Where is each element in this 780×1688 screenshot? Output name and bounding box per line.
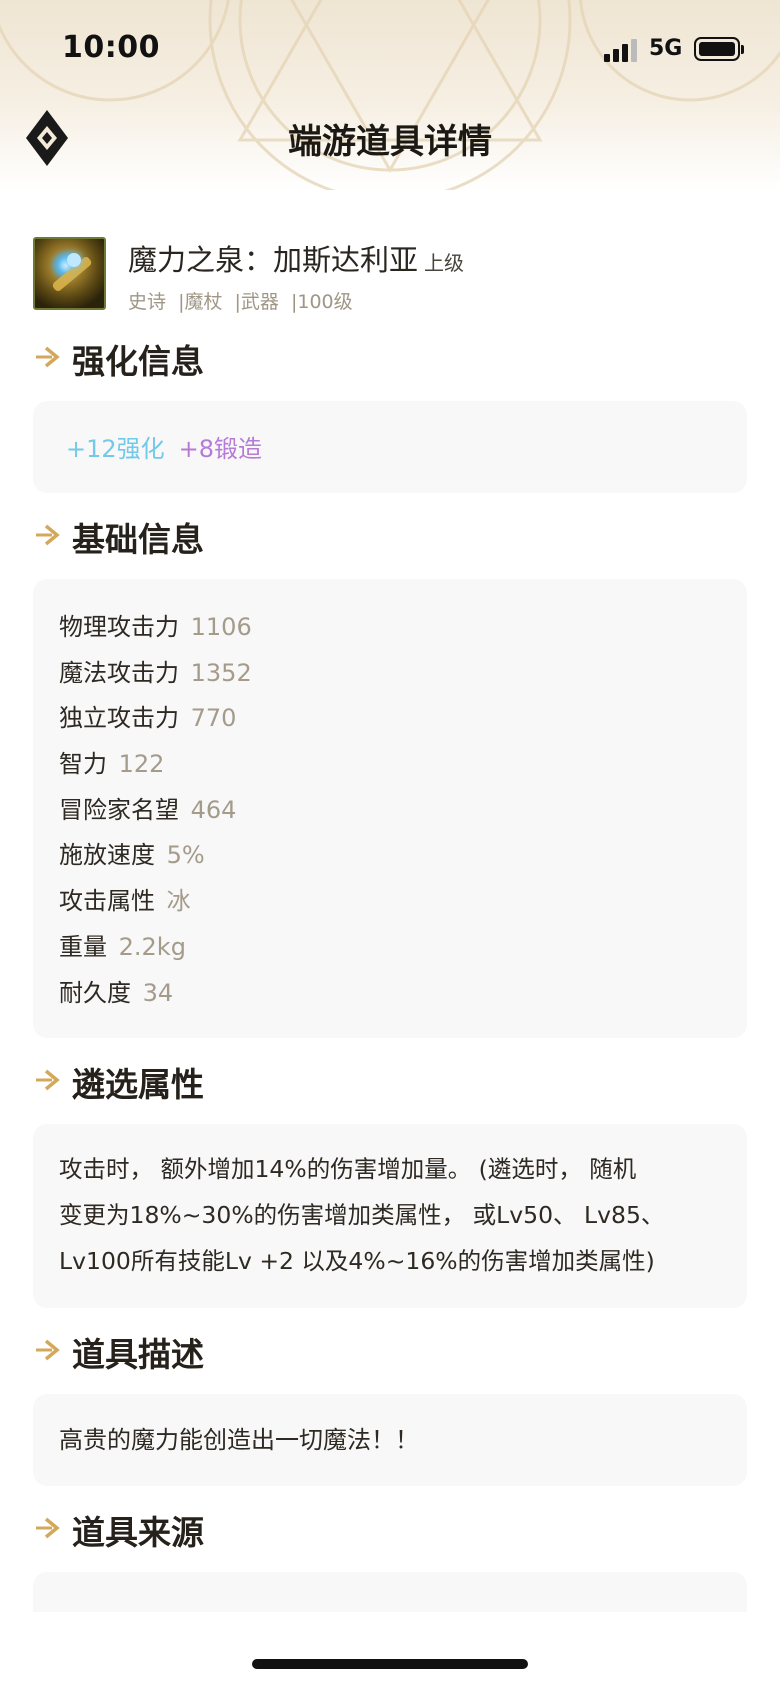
section-basic-header: 基础信息 [0,501,780,567]
stat-value: 5% [166,841,205,870]
section-title: 道具描述 [72,1335,204,1375]
battery-icon [694,37,740,61]
tag-category: |武器 [234,291,279,313]
stat-label: 耐久度 [59,978,131,1007]
stat-value: 冰 [166,887,191,916]
select-attr-card: 攻击时， 额外增加14%的伤害增加量。 (遴选时， 随机 变更为18%~30%的… [33,1124,747,1309]
tag-level: |100级 [290,291,353,313]
stat-value: 2.2kg [118,932,186,961]
select-attr-line: 变更为18%~30%的伤害增加类属性， 或Lv50、 Lv85、 [59,1201,665,1230]
description-text: 高贵的魔力能创造出一切魔法！！ [59,1426,419,1455]
stat-value: 1106 [190,613,252,641]
section-arrow-icon [36,1339,60,1361]
stat-row: 冒险家名望 464 [59,788,721,834]
item-name-text: 魔力之泉：加斯达利亚 [128,243,419,277]
item-staff-icon [33,237,106,310]
stat-label: 冒险家名望 [59,795,179,824]
stat-label: 攻击属性 [59,887,155,916]
stat-value: 1352 [190,658,252,687]
stat-label: 智力 [59,750,107,779]
section-arrow-icon [36,524,60,546]
section-source-header: 道具来源 [0,1494,780,1560]
section-title: 道具来源 [72,1513,204,1553]
stat-value: 770 [190,704,237,733]
tag-rarity: 史诗 [128,291,167,313]
section-arrow-icon [36,1517,60,1539]
item-tags: 史诗 |魔杖 |武器 |100级 [128,287,359,314]
section-title: 基础信息 [72,520,204,559]
select-attr-line: 攻击时， 额外增加14%的伤害增加量。 (遴选时， 随机 [59,1155,637,1184]
stat-row: 耐久度 34 [59,971,721,1017]
network-type: 5G [649,36,683,61]
stat-value: 464 [190,795,237,824]
section-title: 遴选属性 [72,1065,204,1105]
stat-value: 122 [118,750,165,779]
stat-row: 施放速度 5% [59,833,721,879]
stat-label: 重量 [59,932,107,961]
section-enhance-header: 强化信息 [0,323,780,389]
forge-level: +8锻造 [178,435,263,463]
stat-row: 重量 2.2kg [59,925,721,971]
section-select-header: 遴选属性 [0,1046,780,1112]
stat-value: 34 [142,978,174,1007]
item-grade: 上级 [424,251,465,275]
section-description-header: 道具描述 [0,1316,780,1382]
stat-label: 物理攻击力 [59,613,179,641]
battery-tip [741,45,744,54]
section-title: 强化信息 [72,342,204,381]
page-title: 端游道具详情 [288,122,492,162]
stat-row: 攻击属性 冰 [59,879,721,925]
description-card: 高贵的魔力能创造出一切魔法！！ [33,1394,747,1487]
cellular-signal-icon [604,38,640,62]
stat-row: 独立攻击力 770 [59,696,721,742]
select-attr-line: Lv100所有技能Lv +2 以及4%~16%的伤害增加类属性) [59,1247,655,1276]
home-indicator[interactable] [252,1659,528,1669]
stat-row: 魔法攻击力 1352 [59,651,721,697]
item-header: 魔力之泉：加斯达利亚 上级 史诗 |魔杖 |武器 |100级 [0,225,780,315]
stat-label: 施放速度 [59,841,155,870]
item-detail-content: 魔力之泉：加斯达利亚 上级 史诗 |魔杖 |武器 |100级 强化信息 +12强化… [0,225,780,1615]
stat-row: 智力 122 [59,742,721,788]
item-name: 魔力之泉：加斯达利亚 上级 [128,237,464,279]
status-time: 10:00 [62,30,160,65]
enhance-card: +12强化 +8锻造 [33,401,747,493]
stat-label: 独立攻击力 [59,704,179,733]
source-card [33,1572,747,1613]
stat-row: 物理攻击力 1106 [59,605,721,651]
stat-label: 魔法攻击力 [59,658,179,687]
section-arrow-icon [36,1069,60,1091]
section-arrow-icon [36,346,60,368]
tag-weapon-type: |魔杖 [178,291,223,313]
status-bar: 10:00 5G [0,0,780,100]
enhance-level: +12强化 [66,435,165,463]
basic-info-card: 物理攻击力 1106 魔法攻击力 1352 独立攻击力 770 智力 122 冒… [33,579,747,1039]
nav-bar: 端游道具详情 [0,100,780,180]
